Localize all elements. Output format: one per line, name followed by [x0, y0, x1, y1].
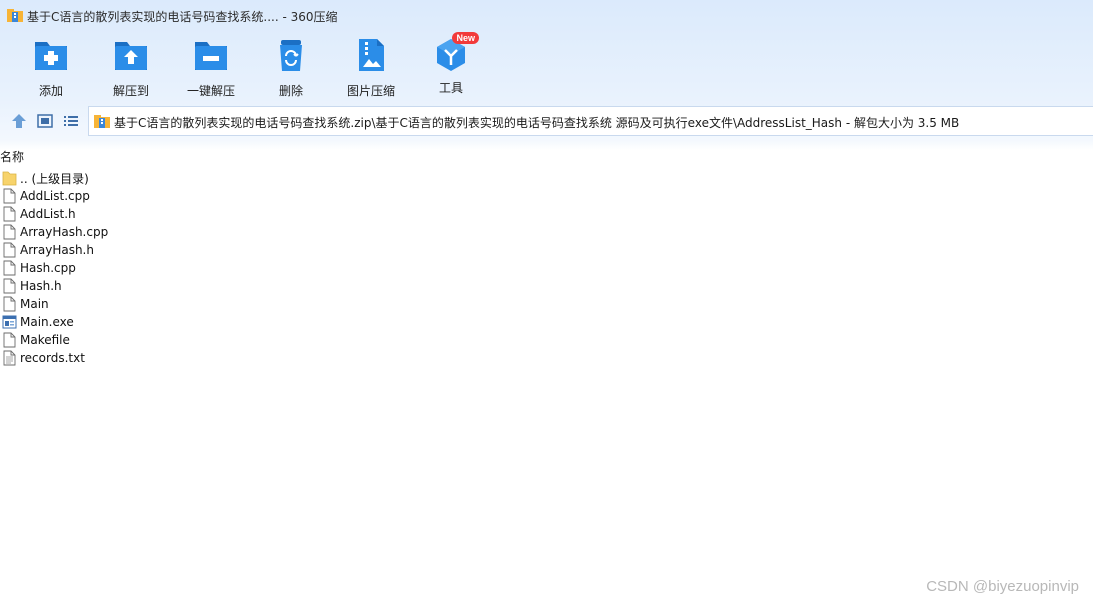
file-name: records.txt: [20, 351, 85, 365]
file-icon: [3, 332, 16, 348]
add-label: 添加: [38, 84, 63, 98]
path-bar[interactable]: 基于C语言的散列表实现的电话号码查找系统.zip\基于C语言的散列表实现的电话号…: [88, 106, 1093, 136]
add-button[interactable]: 添加: [16, 36, 86, 99]
list-item[interactable]: records.txt: [2, 349, 402, 367]
file-icon: [3, 242, 16, 258]
extract-to-label: 解压到: [112, 84, 149, 98]
file-name: AddList.h: [20, 207, 76, 221]
extract-to-icon: [115, 42, 147, 70]
file-icon: [3, 224, 16, 240]
file-icon: [3, 260, 16, 276]
list-item[interactable]: Main: [2, 295, 402, 313]
image-compress-label: 图片压缩: [346, 84, 395, 98]
new-badge: New: [452, 32, 479, 44]
one-click-extract-icon: [195, 42, 227, 70]
title-bar: 基于C语言的散列表实现的电话号码查找系统.... - 360压缩: [0, 0, 1093, 30]
list-item[interactable]: Main.exe: [2, 313, 402, 331]
file-name: .. (上级目录): [20, 171, 89, 186]
file-name: Main: [20, 297, 49, 311]
image-compress-button[interactable]: 图片压缩: [336, 36, 406, 99]
tools-label: 工具: [438, 81, 463, 95]
delete-icon: [280, 40, 302, 71]
toolbar: 添加 解压到 一键解压 删除 图片压缩 New 工具: [0, 32, 600, 99]
file-icon: [3, 296, 16, 312]
navigation-bar: 基于C语言的散列表实现的电话号码查找系统.zip\基于C语言的散列表实现的电话号…: [0, 106, 1093, 136]
file-icon: [3, 188, 16, 204]
list-item[interactable]: Hash.cpp: [2, 259, 402, 277]
up-arrow-icon[interactable]: [10, 112, 28, 130]
list-item[interactable]: Makefile: [2, 331, 402, 349]
file-list: .. (上级目录) AddList.cpp AddList.h ArrayHas…: [2, 169, 402, 367]
window-title: 基于C语言的散列表实现的电话号码查找系统.... - 360压缩: [27, 10, 338, 24]
file-name: AddList.cpp: [20, 189, 90, 203]
one-click-extract-button[interactable]: 一键解压: [176, 36, 246, 99]
image-compress-icon: [359, 39, 384, 71]
list-view-icon[interactable]: [62, 112, 80, 130]
watermark: CSDN @biyezuopinvip: [926, 578, 1079, 595]
delete-button[interactable]: 删除: [256, 36, 326, 99]
file-name: ArrayHash.cpp: [20, 225, 109, 239]
add-folder-icon: [35, 42, 67, 70]
view-mode-icon[interactable]: [36, 112, 54, 130]
text-file-icon: [3, 350, 16, 366]
file-name: ArrayHash.h: [20, 243, 94, 257]
folder-icon: [2, 171, 17, 186]
tools-button[interactable]: New 工具: [416, 32, 486, 96]
list-item[interactable]: AddList.h: [2, 205, 402, 223]
delete-label: 删除: [278, 84, 303, 98]
list-item[interactable]: .. (上级目录): [2, 169, 402, 187]
list-item[interactable]: ArrayHash.cpp: [2, 223, 402, 241]
list-item[interactable]: ArrayHash.h: [2, 241, 402, 259]
column-header-name[interactable]: 名称: [0, 148, 24, 165]
archive-icon: [7, 9, 23, 22]
file-name: Hash.h: [20, 279, 62, 293]
archive-path: 基于C语言的散列表实现的电话号码查找系统.zip\基于C语言的散列表实现的电话号…: [114, 116, 960, 130]
exe-file-icon: [2, 315, 17, 329]
one-click-extract-label: 一键解压: [186, 84, 235, 98]
list-item[interactable]: AddList.cpp: [2, 187, 402, 205]
file-name: Makefile: [20, 333, 70, 347]
file-name: Main.exe: [20, 315, 74, 329]
file-icon: [3, 278, 16, 294]
file-name: Hash.cpp: [20, 261, 76, 275]
file-icon: [3, 206, 16, 222]
archive-icon: [94, 115, 110, 128]
extract-to-button[interactable]: 解压到: [96, 36, 166, 99]
list-item[interactable]: Hash.h: [2, 277, 402, 295]
